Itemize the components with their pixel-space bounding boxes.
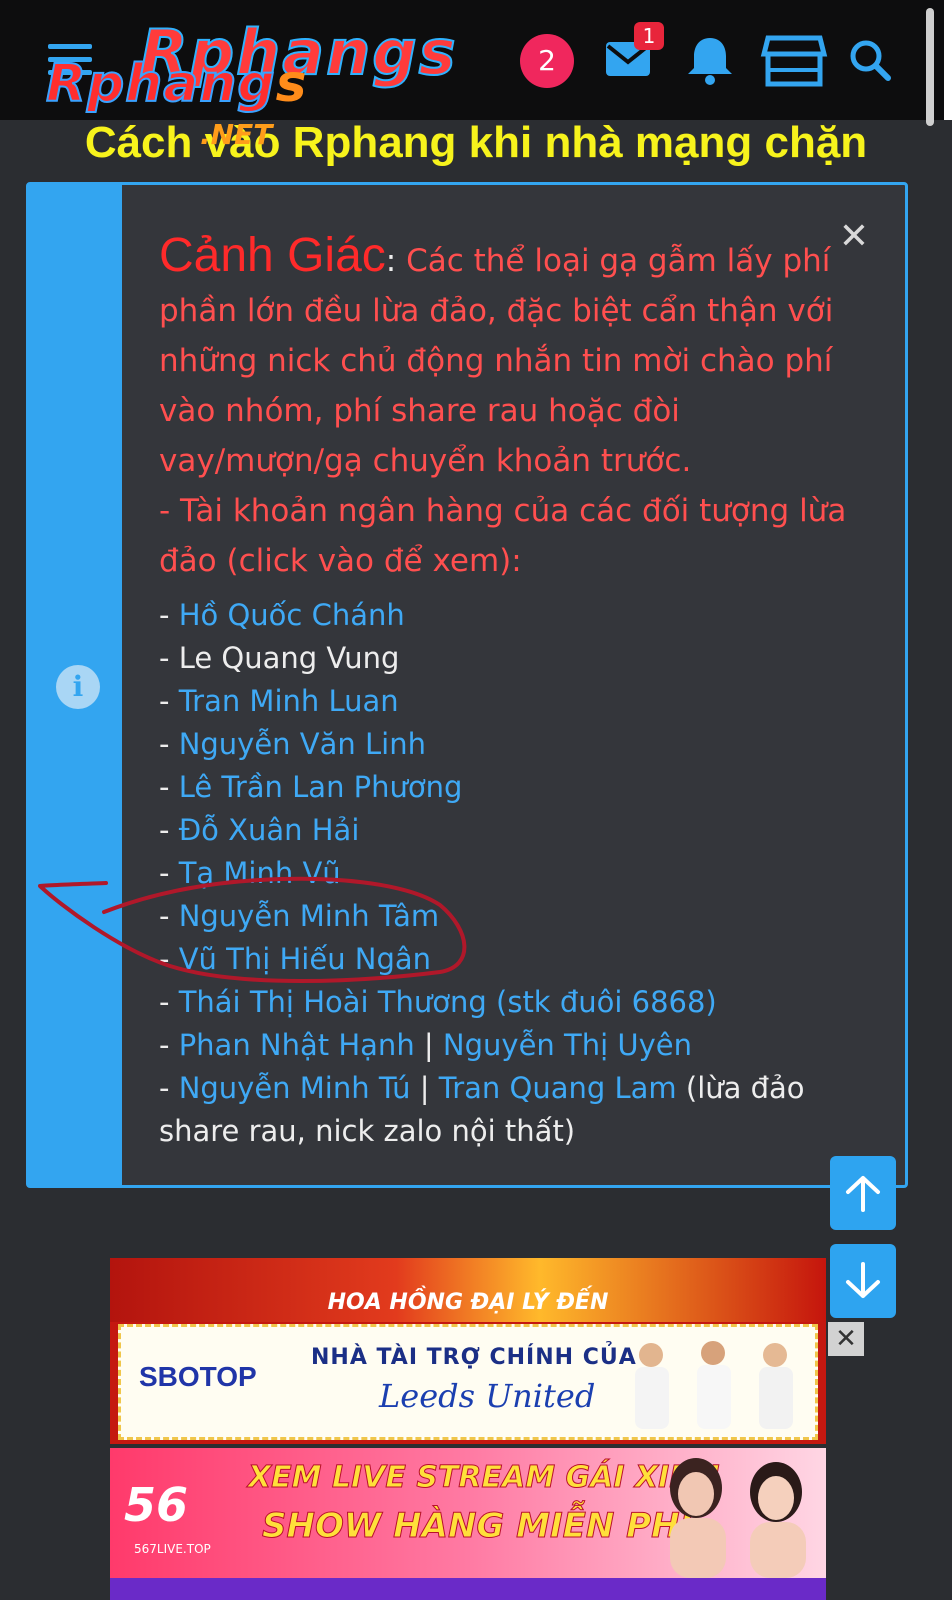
list-dash: - bbox=[159, 985, 179, 1019]
sponsor-line: NHÀ TÀI TRỢ CHÍNH CỦA bbox=[311, 1345, 637, 1370]
scrollbar-thumb[interactable] bbox=[926, 8, 934, 126]
list-item: - Vũ Thị Hiếu Ngân bbox=[159, 938, 879, 981]
bell-icon[interactable] bbox=[682, 34, 738, 88]
scammer-link[interactable]: Vũ Thị Hiếu Ngân bbox=[179, 942, 431, 976]
scammer-link[interactable]: Nguyễn Văn Linh bbox=[179, 727, 426, 761]
list-separator: | bbox=[414, 1028, 443, 1062]
list-item: - Tạ Minh Vũ bbox=[159, 852, 879, 895]
top-navigation-bar: Rphangs Rphangs 2 1 bbox=[0, 0, 952, 126]
logo-s: s bbox=[275, 54, 308, 114]
sponsor-panel: SBOTOP NHÀ TÀI TRỢ CHÍNH CỦA Leeds Unite… bbox=[118, 1324, 818, 1440]
list-item: - Nguyễn Minh Tú | Tran Quang Lam (lừa đ… bbox=[159, 1067, 879, 1153]
list-dash: - bbox=[159, 727, 179, 761]
sbotop-logo: SBOTOP bbox=[139, 1361, 257, 1392]
scammer-link[interactable]: Nguyễn Thị Uyên bbox=[443, 1028, 692, 1062]
list-dash: - bbox=[159, 813, 179, 847]
scammer-link[interactable]: Nguyễn Minh Tú bbox=[179, 1071, 411, 1105]
scammer-link[interactable]: Tạ Minh Vũ bbox=[179, 856, 341, 890]
arrow-down-icon bbox=[846, 1262, 880, 1298]
scammer-link[interactable]: Tran Quang Lam bbox=[439, 1071, 677, 1105]
list-dash: - bbox=[159, 1028, 179, 1062]
alerts-count-badge[interactable]: 2 bbox=[520, 34, 574, 88]
logo-text-front: Rphang bbox=[45, 53, 276, 115]
scammer-link[interactable]: Nguyễn Minh Tâm bbox=[179, 899, 440, 933]
warning-colon: : bbox=[385, 243, 397, 279]
bell-icon-graphic bbox=[688, 38, 732, 85]
scammer-name: Le Quang Vung bbox=[178, 641, 400, 675]
banner-bottom-strip bbox=[110, 1578, 826, 1600]
scammer-link[interactable]: Thái Thị Hoài Thương (stk đuôi 6868) bbox=[179, 985, 717, 1019]
ad2-logo: 56 bbox=[124, 1478, 189, 1532]
scammer-link[interactable]: Tran Minh Luan bbox=[179, 684, 399, 718]
list-dash: - bbox=[159, 641, 179, 675]
livestream-banner[interactable]: 56 567LIVE.TOP XEM LIVE STREAM GÁI XINH … bbox=[110, 1448, 826, 1578]
list-item: - Hồ Quốc Chánh bbox=[159, 594, 879, 637]
list-item: - Phan Nhật Hạnh | Nguyễn Thị Uyên bbox=[159, 1024, 879, 1067]
ad-close-button[interactable]: ✕ bbox=[828, 1322, 864, 1356]
list-item: - Le Quang Vung bbox=[159, 637, 879, 680]
list-item: - Lê Trần Lan Phương bbox=[159, 766, 879, 809]
list-item: - Tran Minh Luan bbox=[159, 680, 879, 723]
arrow-up-icon bbox=[846, 1176, 880, 1212]
mail-count-badge: 1 bbox=[634, 22, 664, 50]
bank-note: - Tài khoản ngân hàng của các đối tượng … bbox=[159, 493, 847, 579]
list-dash: - bbox=[159, 684, 179, 718]
team-name: Leeds United bbox=[379, 1377, 596, 1415]
store-icon[interactable] bbox=[760, 34, 828, 88]
list-dash: - bbox=[159, 856, 179, 890]
scammer-list: - Hồ Quốc Chánh - Le Quang Vung - Tran M… bbox=[159, 594, 879, 1153]
scroll-bottom-button[interactable] bbox=[830, 1244, 896, 1318]
store-icon-graphic bbox=[760, 35, 828, 87]
info-icon: i bbox=[56, 665, 100, 709]
warning-notice: i ✕ Cảnh Giác: Các thể loại gạ gẫm lấy p… bbox=[26, 182, 908, 1188]
headline-link[interactable]: Cách vào Rphang khi nhà mạng chặn bbox=[0, 118, 952, 168]
list-item: - Nguyễn Văn Linh bbox=[159, 723, 879, 766]
search-icon[interactable] bbox=[846, 34, 902, 88]
list-dash: - bbox=[159, 598, 179, 632]
list-dash: - bbox=[159, 1071, 179, 1105]
ad2-url: 567LIVE.TOP bbox=[134, 1542, 211, 1556]
list-item: - Thái Thị Hoài Thương (stk đuôi 6868) bbox=[159, 981, 879, 1024]
list-dash: - bbox=[159, 899, 179, 933]
list-separator: | bbox=[410, 1071, 439, 1105]
warning-title: Cảnh Giác bbox=[159, 229, 386, 282]
players-image bbox=[635, 1341, 793, 1429]
site-logo-front[interactable]: Rphangs bbox=[45, 53, 308, 115]
notice-body: Cảnh Giác: Các thể loại gạ gẫm lấy phí p… bbox=[159, 231, 879, 1153]
models-image bbox=[670, 1458, 806, 1578]
scroll-top-button[interactable] bbox=[830, 1156, 896, 1230]
scammer-link[interactable]: Phan Nhật Hạnh bbox=[179, 1028, 415, 1062]
list-dash: - bbox=[159, 942, 179, 976]
ad2-subheadline: SHOW HÀNG MIỄN PHÍ bbox=[261, 1506, 693, 1547]
logo-tld: .NET bbox=[200, 118, 273, 151]
notice-sidebar: i bbox=[29, 185, 122, 1185]
list-item: - Nguyễn Minh Tâm bbox=[159, 895, 879, 938]
scammer-link[interactable]: Lê Trần Lan Phương bbox=[179, 770, 463, 804]
scammer-link[interactable]: Hồ Quốc Chánh bbox=[179, 598, 405, 632]
list-dash: - bbox=[159, 770, 179, 804]
sponsor-banner[interactable]: HOA HỒNG ĐẠI LÝ ĐẾN SBOTOP NHÀ TÀI TRỢ C… bbox=[110, 1258, 826, 1444]
banner-promo-text: HOA HỒNG ĐẠI LÝ ĐẾN bbox=[327, 1290, 609, 1315]
scammer-link[interactable]: Đỗ Xuân Hải bbox=[179, 813, 360, 847]
list-item: - Đỗ Xuân Hải bbox=[159, 809, 879, 852]
search-icon-graphic bbox=[850, 40, 891, 81]
